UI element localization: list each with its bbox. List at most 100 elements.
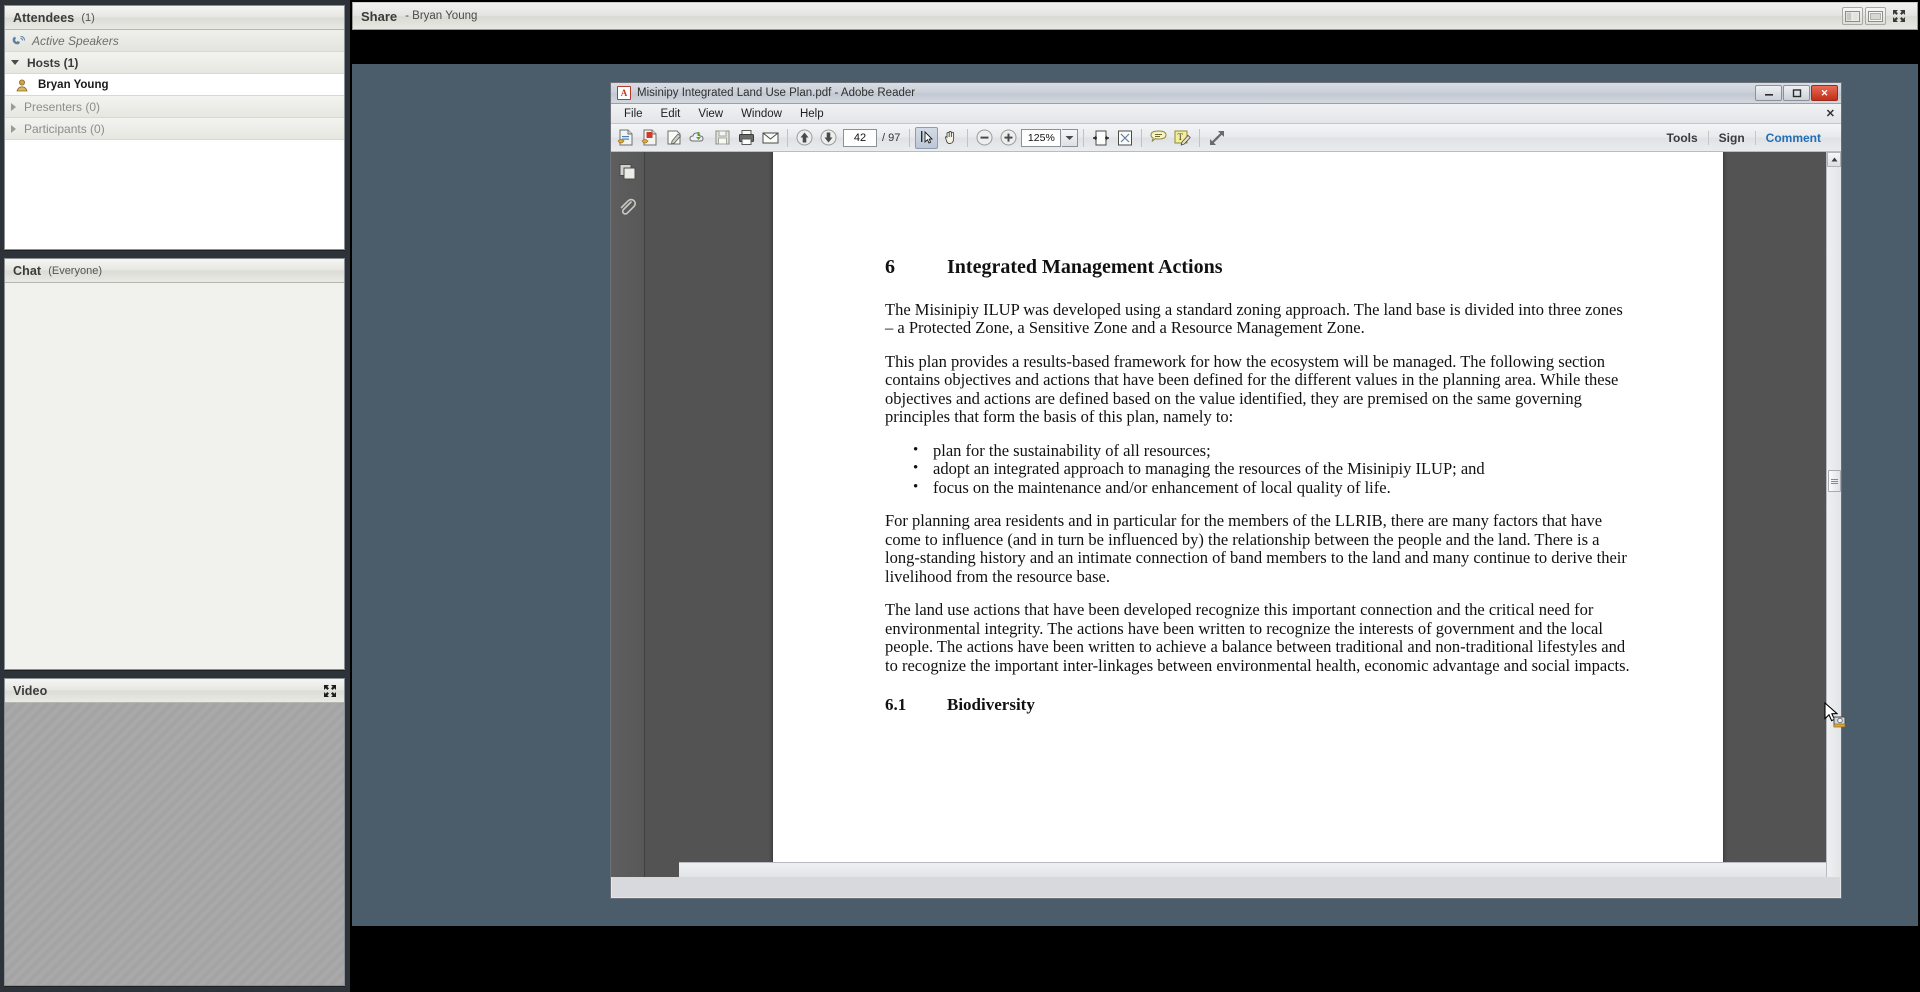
document-subheading: 6.1 Biodiversity — [885, 695, 1631, 715]
expand-arrows-icon[interactable] — [1205, 127, 1228, 149]
window-icon[interactable] — [1865, 7, 1886, 25]
chat-message-area[interactable] — [5, 283, 344, 669]
paperclip-icon[interactable] — [617, 196, 639, 218]
horizontal-scrollbar[interactable] — [679, 862, 1826, 877]
document-paragraph: The land use actions that have been deve… — [885, 600, 1630, 675]
chevron-right-icon — [11, 124, 16, 133]
attendee-group-participants[interactable]: Participants (0) — [5, 118, 344, 140]
attendee-group-presenters[interactable]: Presenters (0) — [5, 96, 344, 118]
reader-menu-bar: File Edit View Window Help ✕ — [611, 104, 1841, 124]
fit-page-icon[interactable] — [1113, 127, 1136, 149]
list-item: focus on the maintenance and/or enhancem… — [885, 478, 1631, 497]
email-icon[interactable] — [759, 127, 782, 149]
share-pod-controls — [1842, 7, 1909, 25]
share-pod-owner: - Bryan Young — [405, 10, 478, 22]
attendee-group-presenters-label: Presenters (0) — [24, 99, 101, 114]
previous-page-icon[interactable] — [793, 127, 816, 149]
connect-left-panel: Attendees (1) Active Speakers Hosts (1) … — [0, 0, 350, 992]
scroll-up-button[interactable] — [1827, 152, 1841, 167]
toolbar-separator — [909, 128, 911, 147]
pdf-page-content: 6 Integrated Management Actions The Misi… — [885, 256, 1631, 715]
attendee-group-hosts[interactable]: Hosts (1) — [5, 52, 344, 74]
hand-icon[interactable] — [939, 127, 962, 149]
toolbar-separator — [1199, 128, 1201, 147]
attendee-bryan-young[interactable]: Bryan Young — [5, 74, 344, 96]
sign-button[interactable]: Sign — [1709, 131, 1755, 145]
zoom-in-icon[interactable] — [997, 127, 1020, 149]
edit-pdf-icon[interactable] — [663, 127, 686, 149]
attendees-pod-header: Attendees (1) — [5, 6, 344, 30]
attendees-pod-title: Attendees — [13, 10, 75, 25]
menu-help[interactable]: Help — [791, 106, 833, 122]
page-total-label: / 97 — [882, 131, 901, 144]
layout-icon[interactable] — [1842, 7, 1863, 25]
menu-view[interactable]: View — [689, 106, 732, 122]
chat-pod-header: Chat (Everyone) — [5, 259, 344, 283]
toolbar-separator — [1141, 128, 1143, 147]
active-speakers-row[interactable]: Active Speakers — [5, 30, 344, 52]
toolbar-separator — [967, 128, 969, 147]
pdf-viewport[interactable]: 6 Integrated Management Actions The Misi… — [645, 152, 1841, 877]
chevron-down-icon — [11, 60, 19, 65]
comment-balloon-icon[interactable] — [1147, 127, 1170, 149]
document-heading: 6 Integrated Management Actions — [885, 256, 1631, 279]
zoom-level-input[interactable]: 125% — [1021, 128, 1062, 147]
page-number-input[interactable]: 42 — [843, 128, 877, 147]
create-pdf-icon[interactable] — [639, 127, 662, 149]
save-icon[interactable] — [711, 127, 734, 149]
pdf-page: 6 Integrated Management Actions The Misi… — [773, 152, 1723, 877]
attendee-group-hosts-label: Hosts (1) — [27, 55, 79, 70]
page-thumbnails-icon[interactable] — [617, 160, 639, 182]
toolbar-separator — [787, 128, 788, 147]
chat-pod: Chat (Everyone) — [4, 258, 345, 670]
subheading-number: 6.1 — [885, 694, 907, 714]
print-icon[interactable] — [735, 127, 758, 149]
heading-number: 6 — [885, 256, 895, 278]
close-button[interactable]: ✕ — [1811, 85, 1838, 101]
chevron-right-icon — [11, 102, 16, 111]
window-controls: ✕ — [1755, 85, 1838, 101]
toolbar-right-links: Tools Sign Comment — [1657, 130, 1837, 145]
minimize-button[interactable] — [1755, 85, 1782, 101]
tools-button[interactable]: Tools — [1657, 131, 1708, 145]
menu-edit[interactable]: Edit — [652, 106, 690, 122]
menu-file[interactable]: File — [615, 106, 652, 122]
reader-window-title: Misinipy Integrated Land Use Plan.pdf - … — [637, 87, 916, 99]
video-display-area[interactable] — [5, 703, 344, 985]
reader-title-bar[interactable]: A Misinipy Integrated Land Use Plan.pdf … — [611, 83, 1841, 104]
comment-button[interactable]: Comment — [1756, 131, 1831, 145]
maximize-button[interactable] — [1783, 85, 1810, 101]
video-pod: Video — [4, 678, 345, 986]
close-icon[interactable]: ✕ — [1826, 107, 1835, 120]
chat-scope: (Everyone) — [48, 264, 102, 277]
adobe-reader-icon: A — [617, 86, 631, 100]
scrollbar-thumb[interactable] — [1828, 470, 1841, 492]
share-pod-header: Share - Bryan Young — [352, 2, 1918, 30]
upload-cloud-icon[interactable] — [687, 127, 710, 149]
active-speakers-label: Active Speakers — [32, 33, 119, 48]
document-paragraph: The Misinipiy ILUP was developed using a… — [885, 300, 1623, 338]
video-pod-title: Video — [13, 683, 48, 698]
menu-window[interactable]: Window — [732, 106, 791, 122]
chevron-down-icon[interactable] — [1062, 128, 1079, 147]
fullscreen-icon[interactable] — [1888, 7, 1909, 25]
attendees-pod: Attendees (1) Active Speakers Hosts (1) … — [4, 5, 345, 250]
heading-text: Integrated Management Actions — [947, 256, 1223, 278]
next-page-icon[interactable] — [817, 127, 840, 149]
vertical-scrollbar[interactable] — [1826, 152, 1841, 877]
subheading-text: Biodiversity — [947, 694, 1035, 714]
attendees-list: Active Speakers Hosts (1) Bryan Young Pr… — [5, 30, 344, 249]
list-item: adopt an integrated approach to managing… — [885, 459, 1631, 478]
zoom-out-icon[interactable] — [973, 127, 996, 149]
document-paragraph: For planning area residents and in parti… — [885, 511, 1627, 586]
select-cursor-icon[interactable] — [915, 126, 939, 149]
attendees-count: (1) — [81, 11, 95, 24]
mouse-cursor — [1824, 701, 1848, 728]
active-speakers-icon — [11, 35, 25, 47]
reader-nav-pane — [611, 152, 645, 877]
open-file-icon[interactable] — [615, 127, 638, 149]
fullscreen-icon[interactable] — [322, 683, 337, 698]
highlight-text-icon[interactable]: T — [1171, 127, 1194, 149]
video-pod-header: Video — [5, 679, 344, 703]
fit-width-icon[interactable] — [1089, 127, 1112, 149]
